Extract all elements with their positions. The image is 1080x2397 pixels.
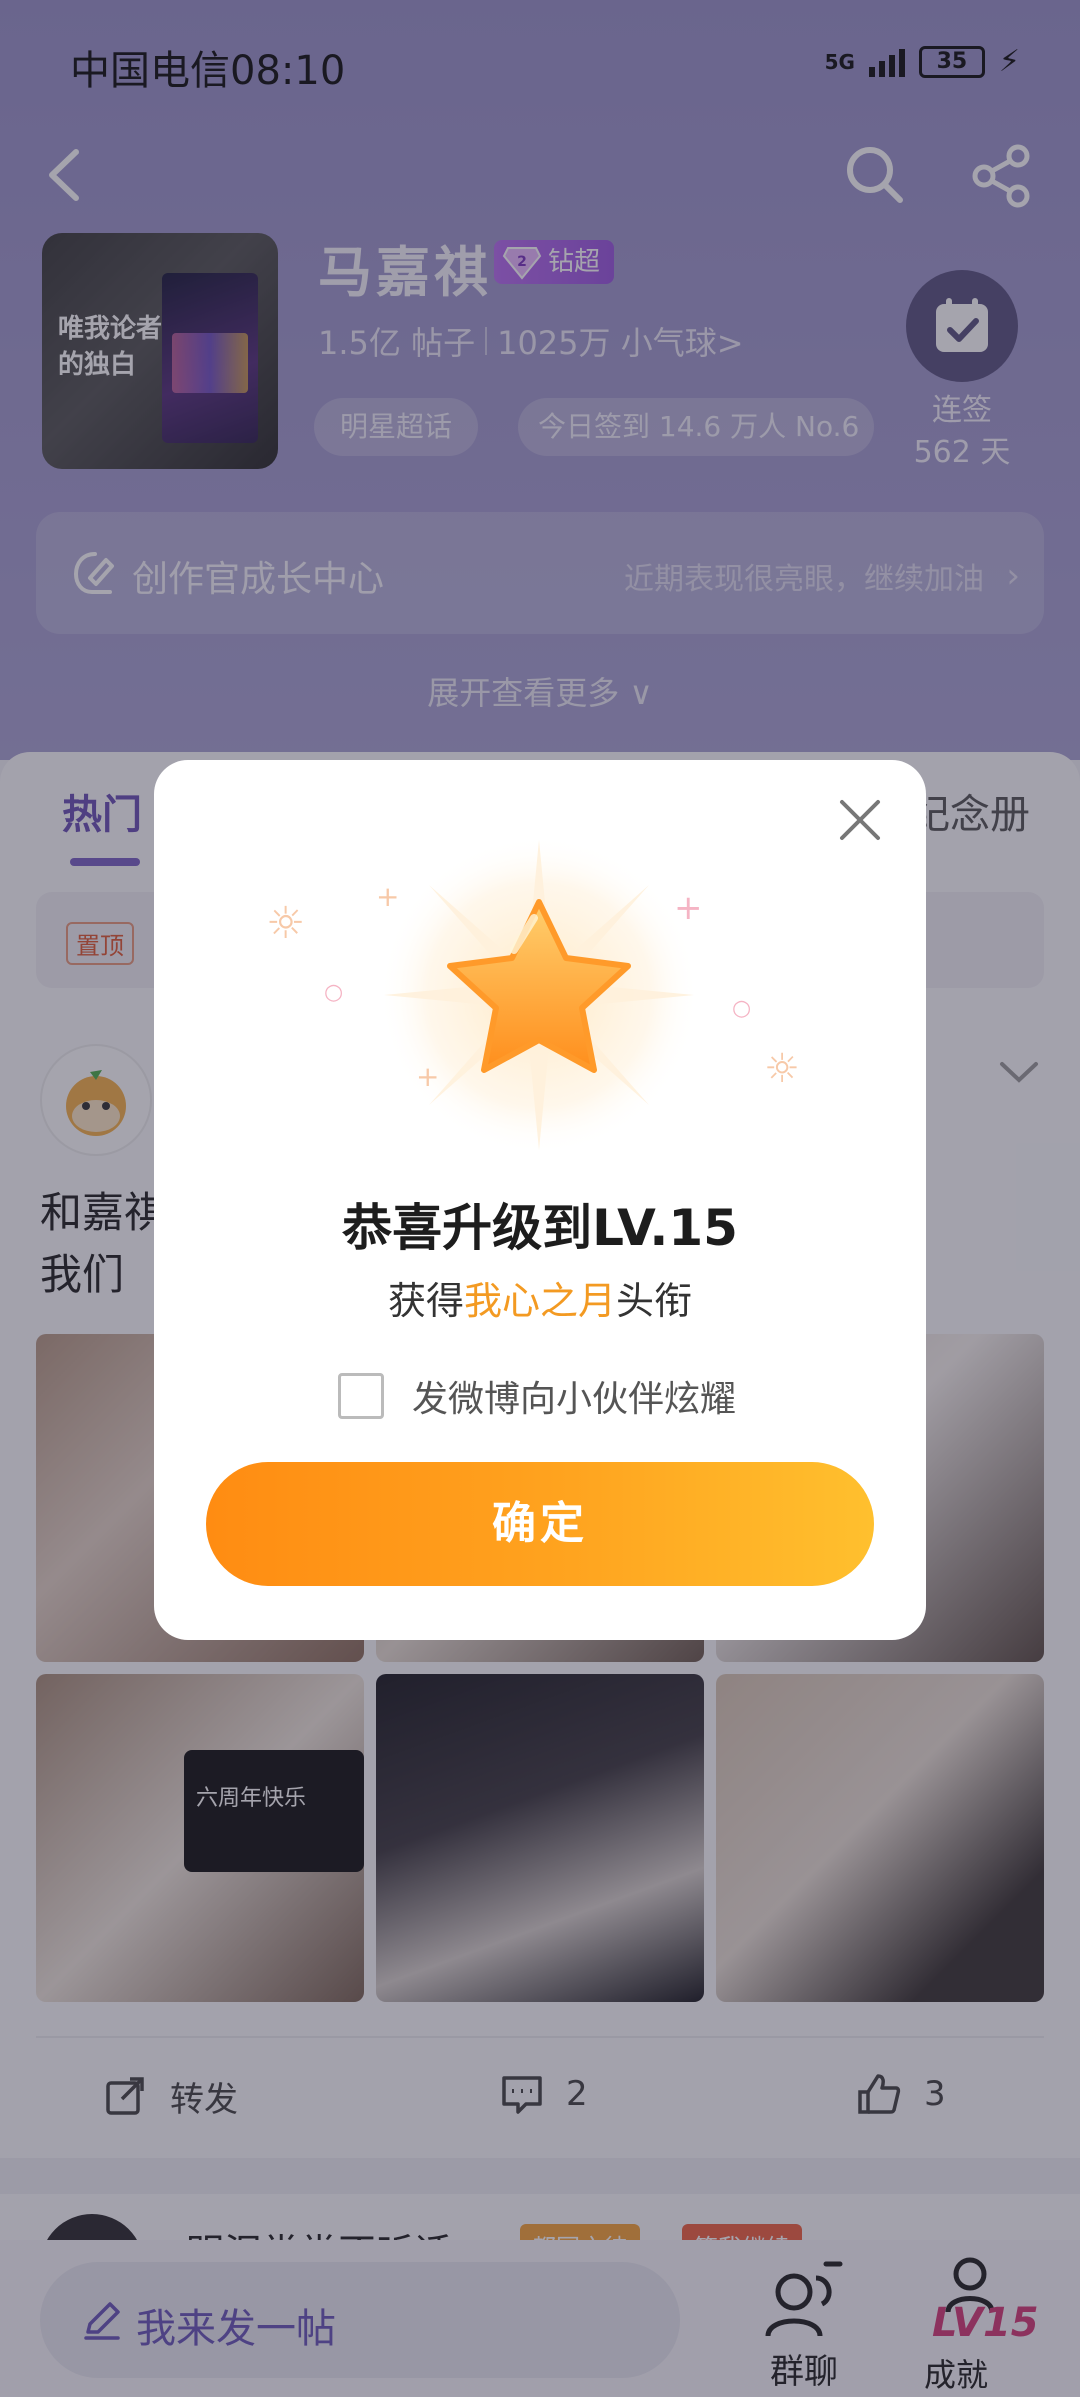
close-icon[interactable] [830, 790, 890, 850]
sparkle-icon: ☼ [266, 898, 306, 949]
sparkle-icon: ○ [732, 996, 752, 1021]
star-icon [379, 835, 699, 1155]
sparkle-icon: ○ [324, 980, 344, 1005]
sparkle-icon: + [674, 888, 703, 928]
level-up-subtitle: 获得我心之月头衔 [154, 1270, 926, 1325]
sparkle-icon: + [376, 880, 400, 913]
level-up-title: 恭喜升级到LV.15 [342, 1199, 738, 1257]
subtitle-suffix: 头衔 [616, 1279, 693, 1323]
sparkle-icon: + [416, 1060, 440, 1093]
level-up-dialog: ☼ + + ○ ○ ☼ + 恭喜升级到LV.15 获得我心之月头衔 发微博向小伙… [154, 760, 926, 1640]
confirm-button[interactable]: 确定 [206, 1462, 874, 1586]
title-reward: 我心之月 [463, 1279, 616, 1323]
sparkle-icon: ☼ [764, 1046, 800, 1092]
share-label: 发微博向小伙伴炫耀 [412, 1379, 737, 1420]
subtitle-prefix: 获得 [387, 1279, 464, 1323]
share-weibo-option[interactable]: 发微博向小伙伴炫耀 [338, 1370, 736, 1422]
share-checkbox[interactable] [338, 1373, 384, 1419]
